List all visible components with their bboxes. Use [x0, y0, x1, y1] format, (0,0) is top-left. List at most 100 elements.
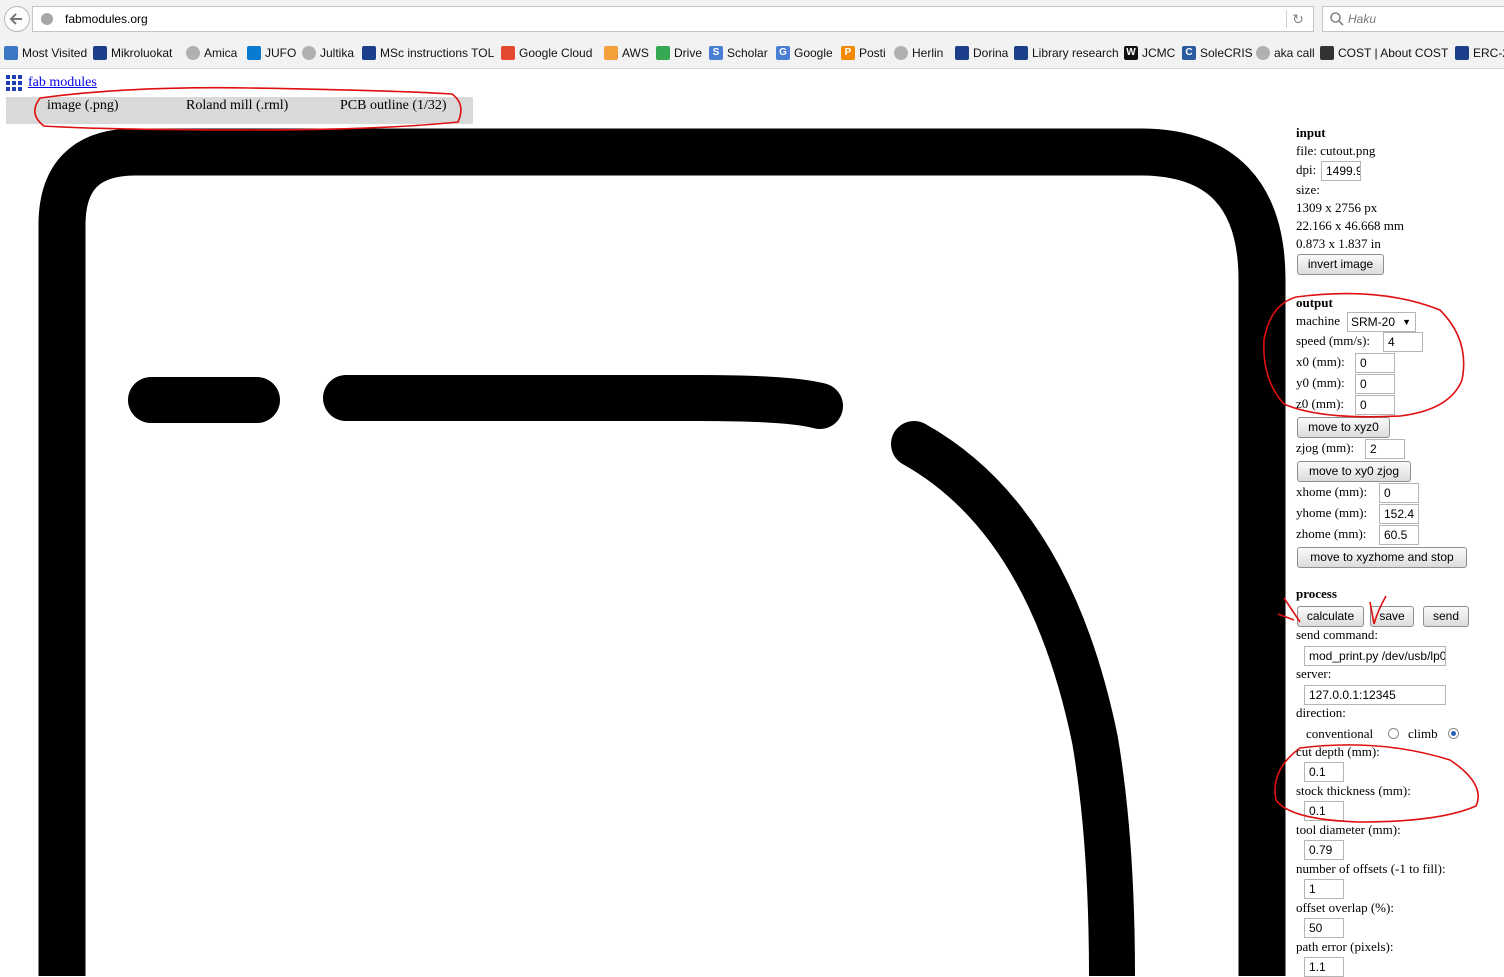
server-field[interactable]: 127.0.0.1:12345 [1304, 685, 1446, 705]
z0-field[interactable]: 0 [1355, 395, 1395, 415]
bookmark-item[interactable]: Mikroluokat [93, 45, 172, 61]
bookmark-label: Posti [859, 46, 886, 60]
bookmark-item[interactable]: AWS [604, 45, 649, 61]
climb-label: climb [1408, 726, 1438, 741]
send-command-label: send command: [1296, 627, 1378, 642]
address-bar[interactable]: fabmodules.org ↻ [32, 6, 1314, 32]
bookmark-label: Amica [204, 46, 238, 60]
module-bar: image (.png) Roland mill (.rml) PCB outl… [6, 97, 473, 124]
move-to-xyz0-button[interactable]: move to xyz0 [1297, 417, 1390, 438]
dpi-field[interactable]: 1499.9 [1321, 161, 1361, 181]
reload-icon[interactable]: ↻ [1286, 10, 1309, 28]
bookmark-label: Jultika [320, 46, 355, 60]
send-command-field[interactable]: mod_print.py /dev/usb/lp0 [1304, 646, 1446, 666]
zhome-field[interactable]: 60.5 [1379, 525, 1419, 545]
bookmark-item[interactable]: Drive [656, 45, 702, 61]
posti-icon: P [841, 46, 855, 60]
xhome-label: xhome (mm): [1296, 484, 1368, 499]
globe-icon [1256, 46, 1270, 60]
bookmark-item[interactable]: JUFO [247, 45, 296, 61]
y0-label: y0 (mm): [1296, 375, 1345, 390]
bookmark-item[interactable]: Jultika [302, 45, 354, 61]
image-preview-canvas [38, 128, 1286, 976]
module-roland-mill[interactable]: Roland mill (.rml) [186, 98, 288, 114]
tool-diameter-field[interactable]: 0.79 [1304, 840, 1344, 860]
cut-segment-middle [323, 375, 843, 429]
bookmark-item[interactable]: C SoleCRIS [1182, 45, 1253, 61]
bookmark-item[interactable]: G Google [776, 45, 833, 61]
back-button[interactable] [4, 6, 30, 32]
dpi-label: dpi: [1296, 162, 1317, 177]
path-error-field[interactable]: 1.1 [1304, 957, 1344, 977]
bookmark-item[interactable]: Dorina [955, 45, 1008, 61]
move-to-xyzhome-button[interactable]: move to xyzhome and stop [1297, 547, 1467, 568]
board-outline-path [38, 128, 1286, 976]
bookmark-item[interactable]: W JCMC [1124, 45, 1175, 61]
conventional-radio[interactable] [1388, 728, 1399, 739]
bookmark-item[interactable]: S Scholar [709, 45, 768, 61]
scholar-icon: S [709, 46, 723, 60]
google-cloud-icon [501, 46, 515, 60]
bookmark-item[interactable]: Most Visited [4, 45, 87, 61]
fab-modules-link[interactable]: fab modules [28, 75, 97, 91]
size-in: 0.873 x 1.837 in [1296, 236, 1381, 251]
move-to-xy0-zjog-button[interactable]: move to xy0 zjog [1297, 461, 1411, 482]
size-px: 1309 x 2756 px [1296, 200, 1378, 215]
stock-thickness-field[interactable]: 0.1 [1304, 801, 1344, 821]
most-visited-icon [4, 46, 18, 60]
bookmark-icon [93, 46, 107, 60]
yhome-field[interactable]: 152.4 [1379, 504, 1419, 524]
machine-select[interactable]: SRM-20 ▼ [1347, 312, 1416, 332]
bookmark-item[interactable]: P Posti [841, 45, 886, 61]
bookmarks-toolbar: Most Visited Mikroluokat Amica JUFO Jultika M… [0, 38, 1504, 69]
bookmark-item[interactable]: aka call [1256, 45, 1315, 61]
bookmark-item[interactable]: Google Cloud [501, 45, 592, 61]
stock-thickness-label: stock thickness (mm): [1296, 783, 1411, 798]
cost-icon [1320, 46, 1334, 60]
bookmark-label: JUFO [265, 46, 297, 60]
globe-icon [302, 46, 316, 60]
search-input[interactable]: Haku [1322, 6, 1504, 32]
bookmark-item[interactable]: COST | About COST [1320, 45, 1448, 61]
zjog-field[interactable]: 2 [1365, 439, 1405, 459]
xhome-field[interactable]: 0 [1379, 483, 1419, 503]
server-label: server: [1296, 666, 1332, 681]
offsets-field[interactable]: 1 [1304, 879, 1344, 899]
direction-label: direction: [1296, 705, 1346, 720]
send-button[interactable]: send [1423, 606, 1469, 627]
module-image-png[interactable]: image (.png) [47, 98, 119, 114]
y0-field[interactable]: 0 [1355, 374, 1395, 394]
google-icon: G [776, 46, 790, 60]
cut-depth-field[interactable]: 0.1 [1304, 762, 1344, 782]
bookmark-label: aka call [1274, 46, 1315, 60]
module-pcb-outline[interactable]: PCB outline (1/32) [340, 98, 447, 114]
search-icon [1330, 12, 1344, 26]
machine-label: machine [1296, 313, 1341, 328]
zjog-label: zjog (mm): [1296, 440, 1355, 455]
dorina-icon [955, 46, 969, 60]
invert-image-button[interactable]: invert image [1297, 254, 1384, 275]
aws-icon [604, 46, 618, 60]
conventional-label: conventional [1306, 726, 1374, 741]
speed-field[interactable]: 4 [1383, 332, 1423, 352]
offset-overlap-label: offset overlap (%): [1296, 900, 1394, 915]
fab-modules-logo-icon [6, 75, 22, 91]
yhome-label: yhome (mm): [1296, 505, 1368, 520]
bookmark-item[interactable]: MSc instructions TOL [362, 45, 494, 61]
bookmark-item[interactable]: Library research [1014, 45, 1119, 61]
offset-overlap-field[interactable]: 50 [1304, 918, 1344, 938]
save-button[interactable]: save [1370, 606, 1414, 627]
drive-icon [656, 46, 670, 60]
bookmark-item[interactable]: ERC-2 [1455, 45, 1504, 61]
bookmark-label: JCMC [1142, 46, 1176, 60]
bookmark-label: Google [794, 46, 833, 60]
wiley-icon: W [1124, 46, 1138, 60]
zhome-label: zhome (mm): [1296, 526, 1367, 541]
size-label: size: [1296, 182, 1320, 197]
climb-radio[interactable] [1448, 728, 1459, 739]
bookmark-item[interactable]: Amica [186, 45, 237, 61]
x0-field[interactable]: 0 [1355, 353, 1395, 373]
calculate-button[interactable]: calculate [1297, 606, 1364, 627]
back-arrow-icon [9, 13, 22, 25]
bookmark-item[interactable]: Herlin [894, 45, 943, 61]
